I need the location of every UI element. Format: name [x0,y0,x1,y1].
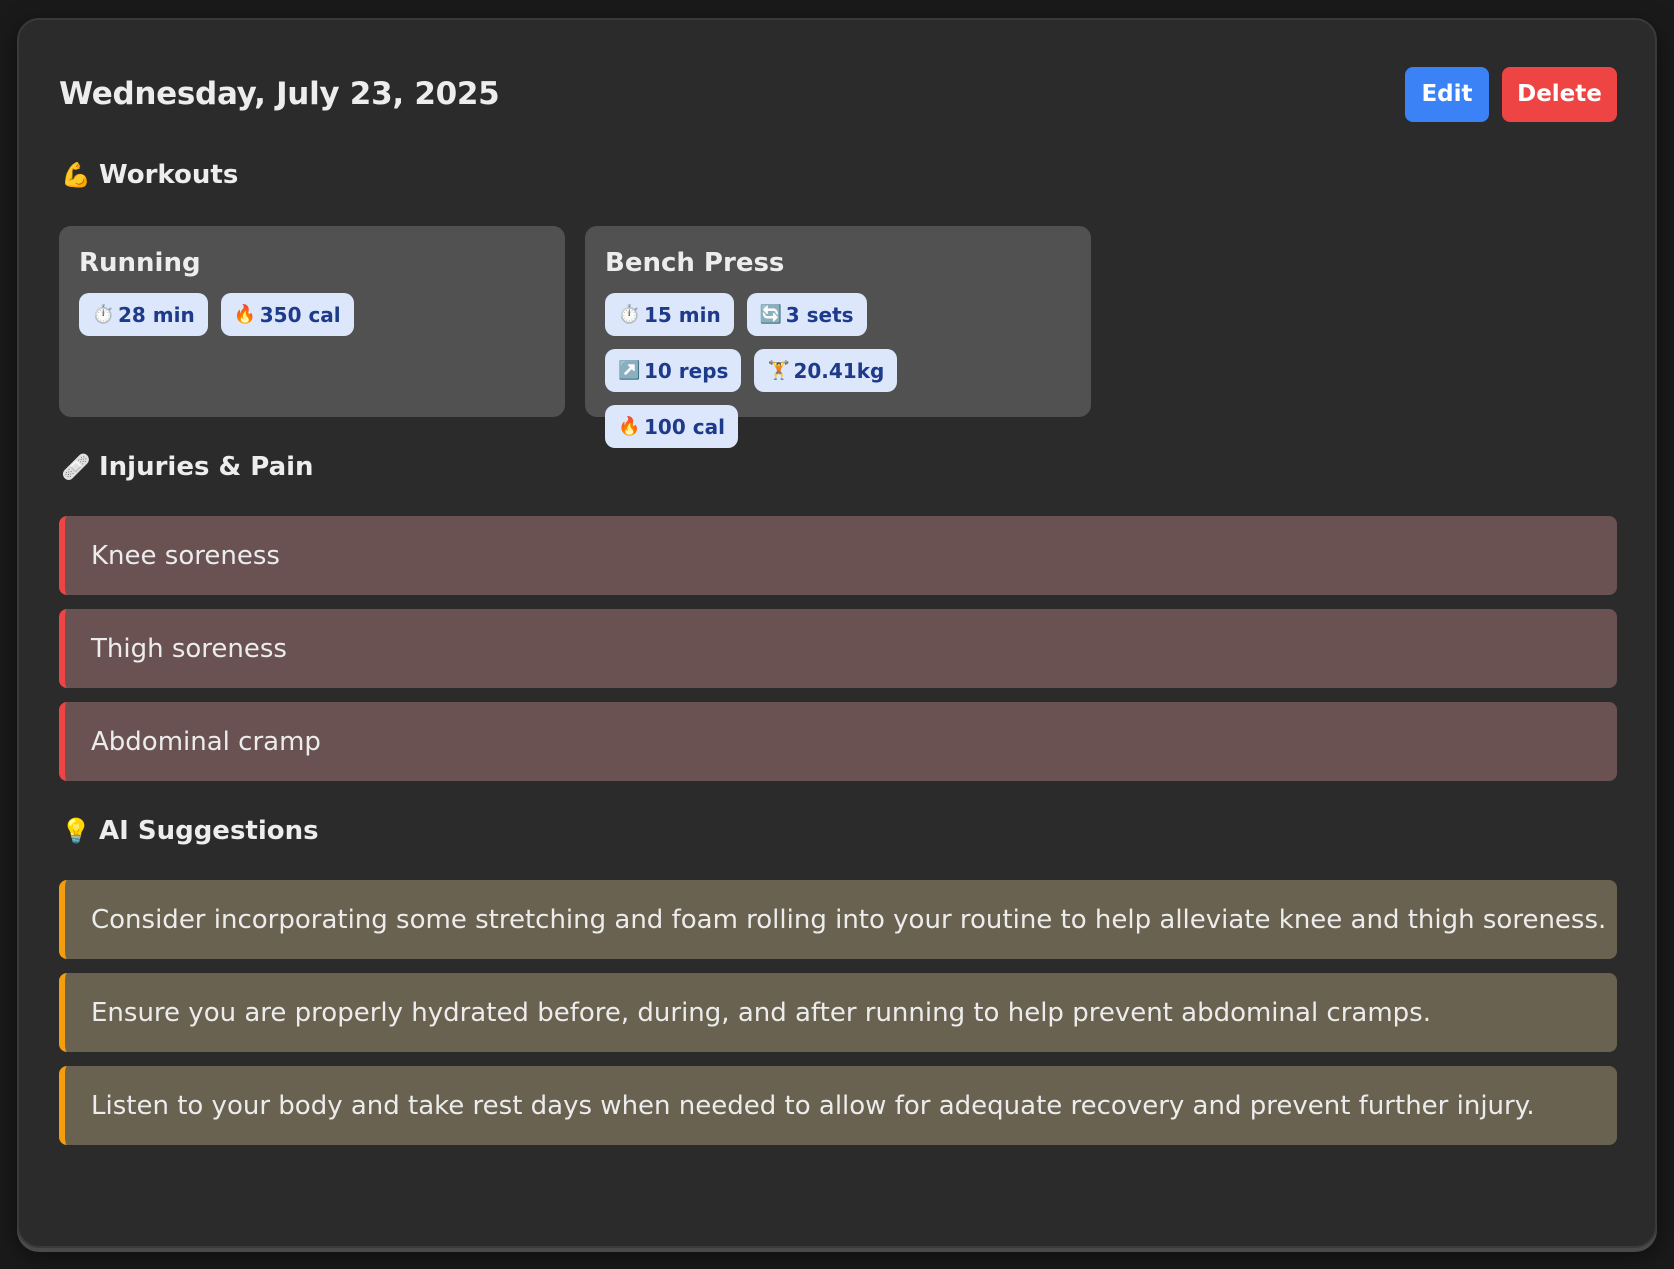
duration-value: 15 min [644,302,721,327]
workout-list: Running ⏱️ 28 min 🔥 350 cal Bench Press … [59,226,1091,448]
workout-name: Bench Press [605,248,785,278]
injury-item: Thigh soreness [59,609,1617,688]
weightlifter-icon: 🏋️ [767,360,790,381]
fire-icon: 🔥 [618,416,641,437]
workout-stats: ⏱️ 28 min 🔥 350 cal [79,293,479,336]
weight-value: 20.41kg [793,358,885,383]
stopwatch-icon: ⏱️ [92,304,115,325]
suggestion-item: Ensure you are properly hydrated before,… [59,973,1617,1052]
calories-chip: 🔥 100 cal [605,405,738,448]
calories-chip: 🔥 350 cal [220,293,354,336]
arrow-up-right-icon: ↗️ [618,360,641,381]
entry-header: Wednesday, July 23, 2025 Edit Delete [59,66,1617,122]
weight-chip: 🏋️ 20.41kg [754,349,898,392]
suggestion-item: Consider incorporating some stretching a… [59,880,1617,959]
calories-value: 100 cal [644,414,725,439]
bandage-icon: 🩹 [61,453,91,481]
injuries-heading: Injuries & Pain [99,452,314,482]
stopwatch-icon: ⏱️ [618,304,641,325]
suggestion-item: Listen to your body and take rest days w… [59,1066,1617,1145]
workout-card: Running ⏱️ 28 min 🔥 350 cal [59,226,565,417]
day-entry-card: Wednesday, July 23, 2025 Edit Delete 💪 W… [17,18,1657,1248]
injury-item: Abdominal cramp [59,702,1617,781]
suggestions-section-title: 💡 AI Suggestions [61,816,319,846]
suggestion-list: Consider incorporating some stretching a… [59,880,1617,1145]
sets-chip: 🔄 3 sets [746,293,867,336]
fire-icon: 🔥 [233,304,257,325]
workouts-section-title: 💪 Workouts [61,160,238,190]
injury-item: Knee soreness [59,516,1617,595]
injuries-section-title: 🩹 Injuries & Pain [61,452,314,482]
repeat-icon: 🔄 [759,304,783,325]
reps-chip: ↗️ 10 reps [605,349,742,392]
edit-button[interactable]: Edit [1405,66,1489,122]
workouts-heading: Workouts [99,160,239,190]
workout-name: Running [79,248,201,278]
delete-button[interactable]: Delete [1502,66,1617,122]
workout-stats: ⏱️ 15 min 🔄 3 sets ↗️ 10 reps 🏋️ 20.41kg… [605,293,1005,448]
duration-chip: ⏱️ 28 min [79,293,208,336]
sets-value: 3 sets [785,302,854,327]
flexed-bicep-icon: 💪 [61,161,91,189]
lightbulb-icon: 💡 [61,817,91,845]
entry-date-title: Wednesday, July 23, 2025 [59,76,500,112]
calories-value: 350 cal [259,302,341,327]
duration-chip: ⏱️ 15 min [605,293,734,336]
duration-value: 28 min [118,302,195,327]
injury-list: Knee soreness Thigh soreness Abdominal c… [59,516,1617,781]
entry-actions: Edit Delete [1405,66,1617,122]
reps-value: 10 reps [644,358,729,383]
workout-card: Bench Press ⏱️ 15 min 🔄 3 sets ↗️ 10 rep… [585,226,1091,448]
suggestions-heading: AI Suggestions [99,816,319,846]
